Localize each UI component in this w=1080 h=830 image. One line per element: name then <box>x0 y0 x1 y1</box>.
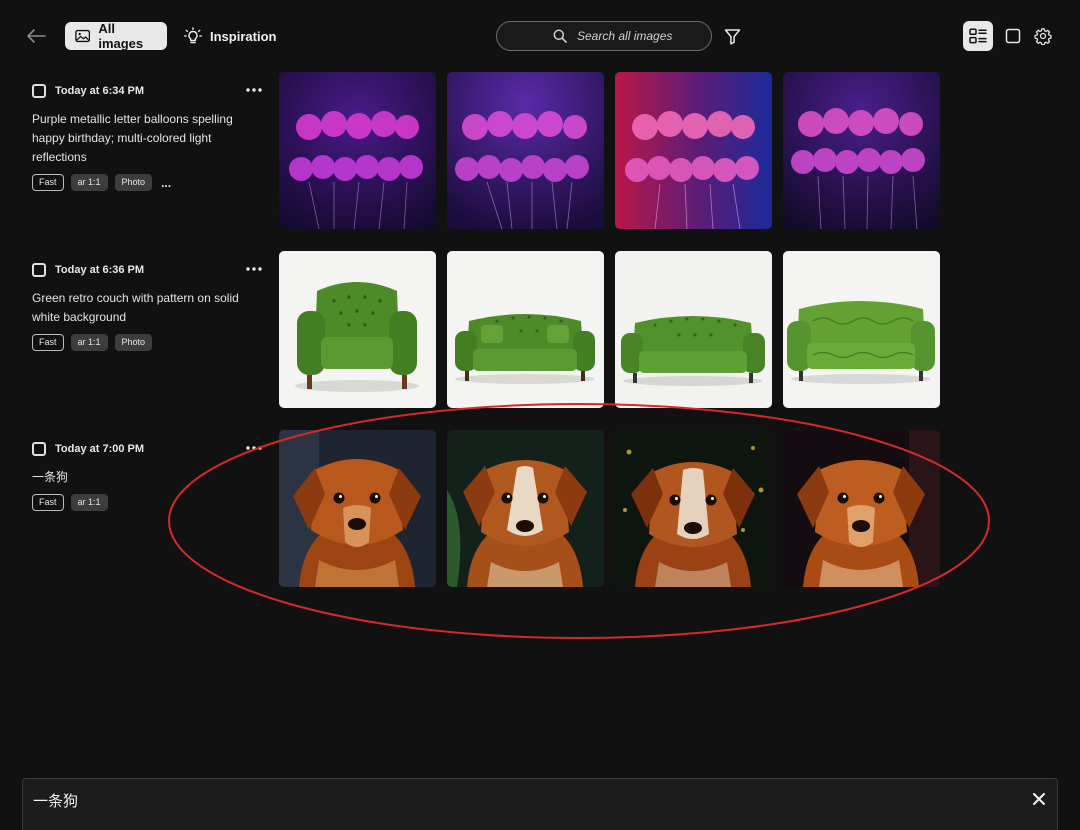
prompt-text: Green retro couch with pattern on solid … <box>32 291 239 324</box>
image-grid <box>279 430 940 587</box>
top-bar: All images Inspiration Search all images <box>0 0 1080 72</box>
select-checkbox[interactable] <box>32 263 46 277</box>
image-gallery-app: All images Inspiration Search all images <box>0 0 1080 830</box>
tag-style[interactable]: Photo <box>114 334 153 351</box>
tag-fast[interactable]: Fast <box>32 174 64 191</box>
more-options-button[interactable] <box>244 81 264 99</box>
image-icon <box>75 29 91 43</box>
generation-info: Today at 7:00 PM 一条狗 Fast ar 1:1 <box>32 430 272 511</box>
tag-aspect-ratio[interactable]: ar 1:1 <box>70 174 108 191</box>
tag-list: Fast ar 1:1 Photo ... <box>32 174 272 191</box>
image-grid <box>279 72 940 229</box>
generation-row: Today at 6:34 PM Purple metallic letter … <box>0 72 1080 232</box>
tab-inspiration[interactable]: Inspiration <box>180 22 280 50</box>
tag-list: Fast ar 1:1 <box>32 494 272 511</box>
select-checkbox[interactable] <box>32 442 46 456</box>
ellipsis-icon <box>246 446 262 450</box>
tag-fast[interactable]: Fast <box>32 334 64 351</box>
back-button[interactable] <box>22 22 50 50</box>
arrow-left-icon <box>27 29 46 43</box>
generated-image[interactable] <box>279 72 436 229</box>
ellipsis-icon <box>246 88 262 92</box>
generated-image[interactable] <box>447 72 604 229</box>
prompt-bar: 一条狗 <box>22 778 1058 830</box>
gear-icon <box>1034 28 1052 45</box>
tab-inspiration-label: Inspiration <box>210 28 277 44</box>
select-checkbox[interactable] <box>32 84 46 98</box>
grid-view-button[interactable] <box>963 21 993 51</box>
tag-fast[interactable]: Fast <box>32 494 64 511</box>
generated-image[interactable] <box>279 430 436 587</box>
generated-image[interactable] <box>447 430 604 587</box>
timestamp: Today at 7:00 PM <box>55 443 145 455</box>
close-icon <box>1033 793 1045 805</box>
tag-list: Fast ar 1:1 Photo <box>32 334 272 351</box>
timestamp: Today at 6:36 PM <box>55 264 145 276</box>
prompt-text: 一条狗 <box>32 470 69 484</box>
generated-image[interactable] <box>615 430 772 587</box>
generated-image[interactable] <box>783 251 940 408</box>
tab-all-images-label: All images <box>98 21 144 51</box>
search-input[interactable]: Search all images <box>496 21 712 51</box>
tab-all-images[interactable]: All images <box>65 21 167 51</box>
generation-info: Today at 6:34 PM Purple metallic letter … <box>32 72 272 191</box>
tag-aspect-ratio[interactable]: ar 1:1 <box>70 494 108 511</box>
more-options-button[interactable] <box>244 260 264 278</box>
generation-info: Today at 6:36 PM Green retro couch with … <box>32 251 272 351</box>
generated-image[interactable] <box>615 251 772 408</box>
search-placeholder: Search all images <box>577 29 673 43</box>
generated-image[interactable] <box>783 72 940 229</box>
prompt-input[interactable]: 一条狗 <box>33 790 78 811</box>
close-button[interactable] <box>1029 789 1049 809</box>
generated-image[interactable] <box>783 430 940 587</box>
grid-list-icon <box>969 28 987 44</box>
generation-row: Today at 7:00 PM 一条狗 Fast ar 1:1 <box>0 430 1080 590</box>
ellipsis-icon <box>246 267 262 271</box>
search-icon <box>553 29 567 43</box>
generated-image[interactable] <box>447 251 604 408</box>
lightbulb-icon <box>184 27 202 44</box>
prompt-text: Purple metallic letter balloons spelling… <box>32 112 233 164</box>
generated-image[interactable] <box>279 251 436 408</box>
tag-aspect-ratio[interactable]: ar 1:1 <box>70 334 108 351</box>
generation-row: Today at 6:36 PM Green retro couch with … <box>0 251 1080 411</box>
image-grid <box>279 251 940 408</box>
more-tags[interactable]: ... <box>161 176 171 190</box>
funnel-icon <box>724 28 740 45</box>
tag-style[interactable]: Photo <box>114 174 153 191</box>
generated-image[interactable] <box>615 72 772 229</box>
square-icon <box>1005 28 1021 44</box>
more-options-button[interactable] <box>244 439 264 457</box>
single-view-button[interactable] <box>998 21 1028 51</box>
timestamp: Today at 6:34 PM <box>55 85 145 97</box>
filter-button[interactable] <box>720 24 744 48</box>
settings-button[interactable] <box>1030 23 1056 49</box>
